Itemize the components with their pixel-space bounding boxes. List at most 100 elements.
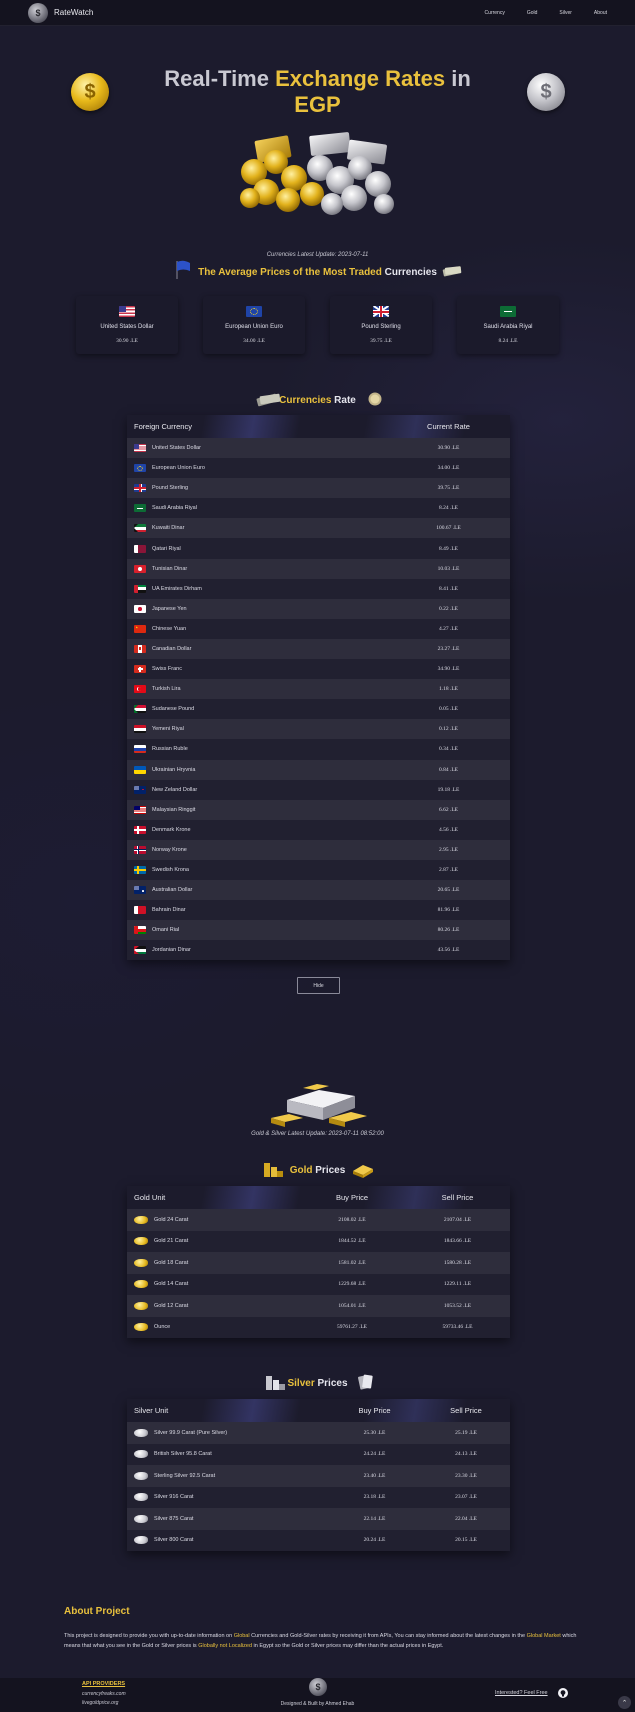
card-currency-name: Saudi Arabia Riyal xyxy=(483,324,533,330)
nav-link-currency[interactable]: Currency xyxy=(485,10,505,16)
card-currency-value: 8.24 .LE xyxy=(498,338,518,344)
table-row: Pound Sterling 39.75 .LE xyxy=(127,478,510,499)
currency-rate: 34.00 .LE xyxy=(437,465,460,472)
provider-link[interactable]: currencyfreaks.com xyxy=(82,1691,126,1697)
table-row: Silver 875 Carat 22.14 .LE 22.04 .LE xyxy=(127,1508,510,1530)
github-icon[interactable] xyxy=(558,1688,568,1698)
scroll-to-top-button[interactable]: ⌃ xyxy=(618,1696,631,1709)
table-row: Ounce 59761.27 .LE 59733.46 .LE xyxy=(127,1316,510,1338)
currency-rate: 6.62 .LE xyxy=(438,806,459,813)
average-card-usd: United States Dollar 30.90 .LE xyxy=(76,296,178,354)
gb-flag-icon xyxy=(373,306,389,317)
silver-cards-icon xyxy=(358,1374,373,1390)
currency-rate: 0.34 .LE xyxy=(438,746,459,753)
table-row: Tunisian Dinar 10.03 .LE xyxy=(127,558,510,579)
unit-cell: Gold 12 Carat xyxy=(127,1301,299,1310)
sell-price: 2107.04 .LE xyxy=(443,1216,472,1223)
table-row: Australian Dollar 20.65 .LE xyxy=(127,880,510,901)
table-body: United States Dollar 30.90 .LE European Un… xyxy=(127,438,510,961)
unit-cell: Silver 916 Carat xyxy=(127,1493,327,1502)
table-row: Japanese Yen 0.22 .LE xyxy=(127,598,510,619)
silver-dollar-coin-icon: $ xyxy=(527,73,565,111)
hero-title-word: Exchange Rates xyxy=(275,66,446,91)
currency-cell: UA Emirates Dirham xyxy=(127,584,387,593)
currency-cell: Malaysian Ringgit xyxy=(127,805,387,814)
table-row: Denmark Krone 4.56 .LE xyxy=(127,819,510,840)
nav-link-about[interactable]: About xyxy=(594,10,607,16)
currency-rate: 0.05 .LE xyxy=(438,706,459,713)
currency-rate: 8.49 .LE xyxy=(438,545,459,552)
sell-price: 20.15 .LE xyxy=(455,1537,477,1544)
buy-price: 1844.52 .LE xyxy=(338,1238,366,1245)
sa-flag-icon xyxy=(500,306,516,317)
currency-cell: Russian Ruble xyxy=(127,745,387,754)
hide-button[interactable]: Hide xyxy=(297,977,340,994)
jp-flag-icon xyxy=(134,604,146,613)
currency-cell: Pound Sterling xyxy=(127,484,387,493)
nav-link-silver[interactable]: Silver xyxy=(559,10,572,16)
silver-prices-heading: Silver Prices xyxy=(0,1374,635,1390)
gold-ingot-icon xyxy=(353,1165,373,1178)
currency-rate: 19.18 .LE xyxy=(437,786,460,793)
table-row: Jordanian Dinar 43.56 .LE xyxy=(127,940,510,961)
currency-name: UA Emirates Dirham xyxy=(152,585,202,592)
currency-name: Swiss Franc xyxy=(152,666,182,673)
nav-link-gold[interactable]: Gold xyxy=(527,10,538,16)
unit-cell: Silver 800 Carat xyxy=(127,1536,327,1545)
dk-flag-icon xyxy=(134,825,146,834)
gold-dollar-coin-icon: $ xyxy=(71,73,109,111)
nav-links: Currency Gold Silver About xyxy=(485,10,607,16)
table-body: Silver 99.9 Carat (Pure Silver) 25.30 .LE… xyxy=(127,1422,510,1551)
currency-cell: Swiss Franc xyxy=(127,665,387,674)
ru-flag-icon xyxy=(134,745,146,754)
currency-rate: 80.26 .LE xyxy=(437,927,460,934)
unit-name: Ounce xyxy=(154,1324,171,1331)
top-nav: $ RateWatch Currency Gold Silver About xyxy=(0,0,635,26)
gold-prices-heading: Gold Prices xyxy=(0,1163,635,1178)
flag-pole-icon xyxy=(176,260,190,279)
tn-flag-icon xyxy=(134,564,146,573)
gold-nugget-icon xyxy=(134,1323,148,1332)
tr-flag-icon xyxy=(134,685,146,694)
buy-price: 25.30 .LE xyxy=(363,1429,386,1436)
currency-cell: Jordanian Dinar xyxy=(127,946,387,955)
my-flag-icon xyxy=(134,805,146,814)
heading-text: Prices xyxy=(315,1165,346,1176)
currency-name: Australian Dollar xyxy=(152,887,193,894)
heading-text: Prices xyxy=(317,1378,348,1389)
heading-text: Silver xyxy=(287,1378,315,1389)
currency-rate: 8.41 .LE xyxy=(438,585,459,592)
average-card-gbp: Pound Sterling 39.75 .LE xyxy=(330,296,432,354)
brand[interactable]: $ RateWatch xyxy=(28,2,93,23)
card-currency-value: 39.75 .LE xyxy=(370,338,392,344)
cn-flag-icon xyxy=(134,624,146,633)
unit-name: Silver 800 Carat xyxy=(154,1537,194,1544)
hero-title: Real-Time Exchange Rates in EGP xyxy=(130,66,505,118)
hero-title-word: EGP xyxy=(294,92,341,117)
gold-bars-icon xyxy=(264,1163,283,1177)
metals-update-time: Gold & Silver Latest Update: 2023-07-11 … xyxy=(251,1131,384,1137)
gold-silver-bars-image xyxy=(271,1084,367,1127)
currency-name: Chinese Yuan xyxy=(152,625,187,632)
unit-name: Silver 916 Carat xyxy=(154,1494,194,1501)
currency-rate: 34.90 .LE xyxy=(437,666,460,673)
currency-rate: 1.18 .LE xyxy=(438,686,459,693)
currency-rate: 2.95 .LE xyxy=(438,846,459,853)
table-row: Gold 18 Carat 1581.02 .LE 1580.28 .LE xyxy=(127,1252,510,1274)
currency-name: Ukrainian Hryvnia xyxy=(152,766,196,773)
currency-name: Omani Rial xyxy=(152,927,180,934)
silver-prices-table: Silver Unit Buy Price Sell Price Silver … xyxy=(127,1399,510,1551)
gold-silver-coins-image xyxy=(240,132,394,215)
silver-nugget-icon xyxy=(134,1450,148,1459)
currency-name: Kuwaiti Dinar xyxy=(152,525,185,532)
unit-name: Gold 18 Carat xyxy=(154,1259,189,1266)
api-providers-title: API PROVIDERS xyxy=(82,1681,126,1687)
coin-icon xyxy=(368,392,382,406)
sa-flag-icon xyxy=(134,504,146,513)
feel-free-link[interactable]: Interested? Feel Free xyxy=(495,1690,548,1696)
sell-price: 24.13 .LE xyxy=(455,1451,477,1458)
currency-name: Russian Ruble xyxy=(152,746,188,753)
currencies-update-time: Currencies Latest Update: 2023-07-11 xyxy=(266,252,369,258)
unit-cell: Silver 875 Carat xyxy=(127,1514,327,1523)
about-highlight: Globally not Localized xyxy=(198,1643,253,1649)
